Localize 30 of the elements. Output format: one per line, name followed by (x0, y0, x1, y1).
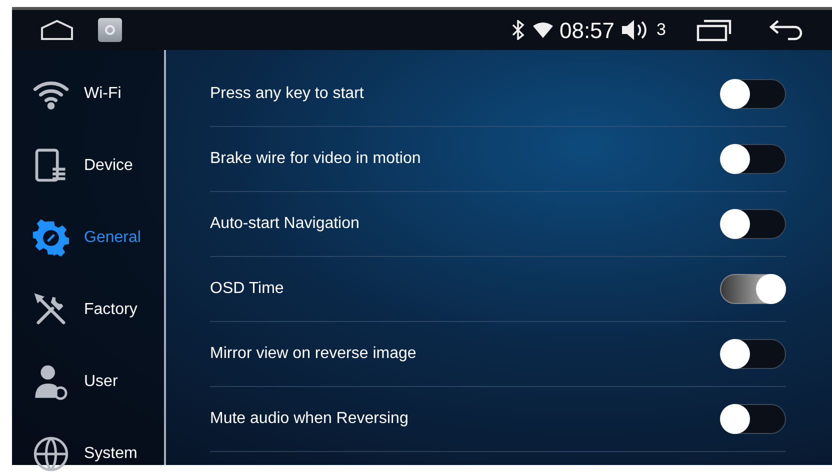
user-settings-icon (32, 363, 70, 401)
settings-app-icon[interactable] (98, 18, 122, 42)
setting-label: OSD Time (210, 279, 285, 299)
home-icon[interactable] (40, 19, 74, 41)
toggle-switch[interactable] (720, 339, 786, 369)
back-icon[interactable] (768, 18, 804, 42)
sidebar-item[interactable]: Wi-Fi (12, 58, 164, 130)
setting-label: Auto-start Navigation (210, 214, 360, 234)
setting-label: Mute audio when Reversing (210, 409, 410, 429)
bluetooth-icon (511, 20, 526, 40)
toggle-switch[interactable] (720, 274, 786, 304)
sidebar-item[interactable]: Factory (12, 274, 164, 346)
sidebar-item[interactable]: System (12, 418, 164, 472)
setting-label: Mirror view on reverse image (210, 344, 418, 364)
setting-label: Press any key to start (210, 84, 365, 104)
wifi-icon (533, 22, 554, 38)
toggle-switch[interactable] (720, 79, 786, 109)
clock-time: 08:57 (559, 16, 615, 44)
toggle-switch[interactable] (720, 144, 786, 174)
sidebar-item[interactable]: User (12, 346, 164, 418)
toggle-switch[interactable] (720, 404, 786, 434)
sidebar-item[interactable]: Device (12, 130, 164, 202)
toggle-switch[interactable] (720, 209, 786, 239)
setting-label: Brake wire for video in motion (210, 149, 422, 169)
globe-icon (32, 435, 70, 472)
recent-apps-icon[interactable] (696, 18, 732, 42)
volume-level: 3 (656, 19, 666, 42)
settings-icon (32, 219, 70, 257)
sidebar-item[interactable]: General (12, 202, 164, 274)
volume-icon (620, 19, 649, 41)
